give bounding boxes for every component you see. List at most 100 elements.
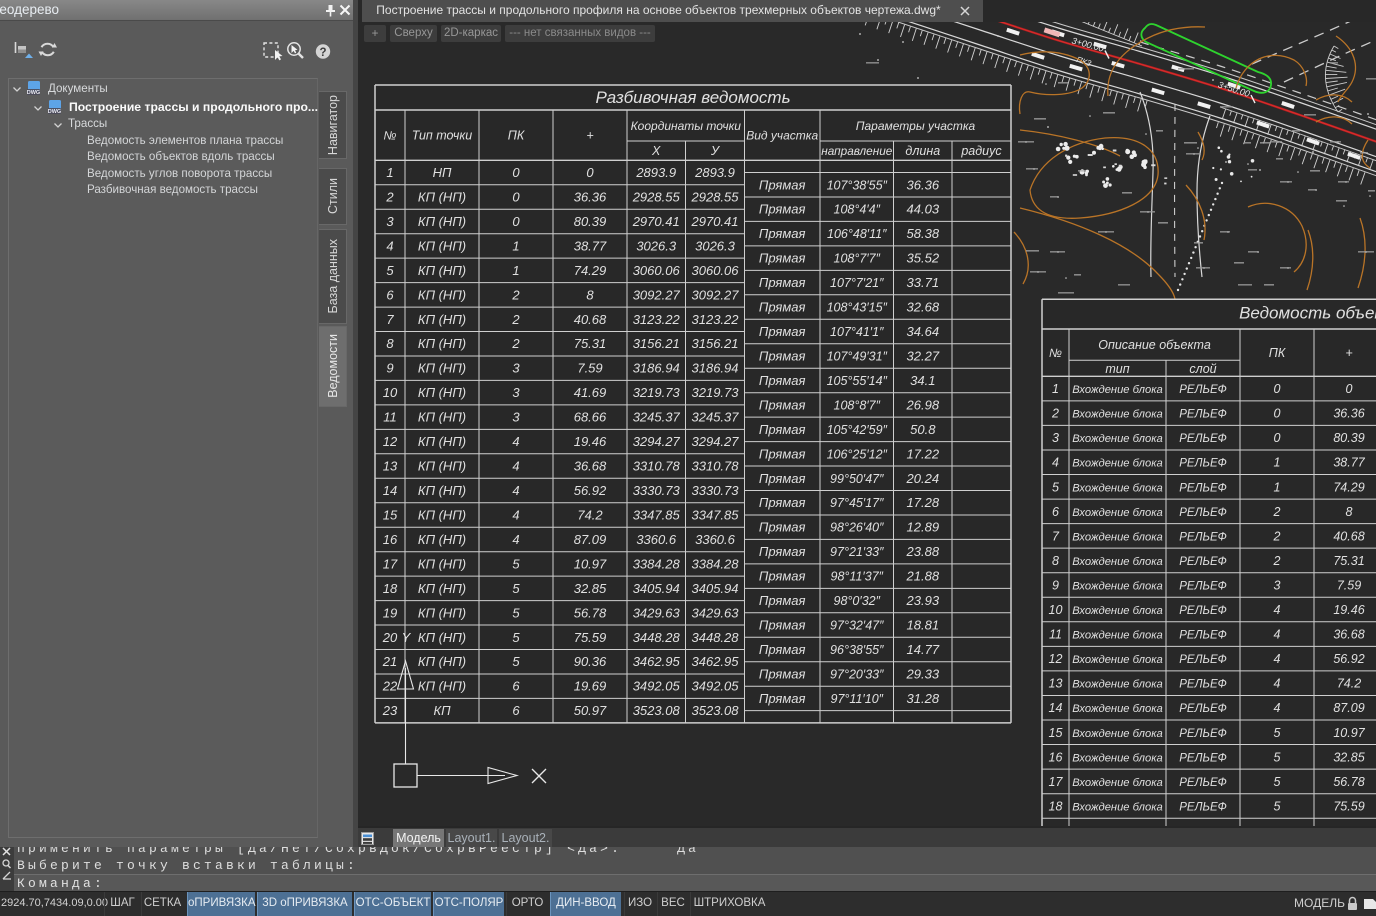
- svg-text:3+00.00: 3+00.00: [1071, 36, 1105, 54]
- svg-text:3384.28: 3384.28: [692, 556, 740, 571]
- svg-text:6: 6: [512, 703, 520, 718]
- svg-text:14: 14: [383, 483, 397, 498]
- svg-text:Вхождение блока: Вхождение блока: [1072, 605, 1162, 617]
- svg-text:106°48′11″: 106°48′11″: [827, 227, 887, 241]
- svg-text:74.2: 74.2: [1337, 677, 1361, 691]
- svg-text:107°38′55″: 107°38′55″: [827, 178, 888, 192]
- svg-text:107°49′31″: 107°49′31″: [827, 350, 888, 364]
- svg-text:2970.41: 2970.41: [632, 214, 680, 229]
- svg-text:4: 4: [1052, 456, 1059, 470]
- svg-text:3186.94: 3186.94: [633, 361, 680, 376]
- svg-text:КП (НП): КП (НП): [418, 434, 466, 449]
- svg-text:КП (НП): КП (НП): [418, 459, 466, 474]
- svg-text:ПК: ПК: [508, 129, 525, 143]
- svg-text:Прямая: Прямая: [759, 471, 806, 486]
- svg-text:РЕЛЬЕФ: РЕЛЬЕФ: [1179, 458, 1227, 470]
- svg-text:X: X: [651, 144, 661, 158]
- svg-text:радиус: радиус: [960, 144, 1002, 158]
- svg-text:КП (НП): КП (НП): [418, 287, 466, 302]
- svg-text:9: 9: [1052, 579, 1059, 593]
- svg-text:3219.73: 3219.73: [633, 385, 681, 400]
- svg-text:4: 4: [512, 459, 519, 474]
- svg-text:8: 8: [1052, 554, 1059, 568]
- svg-text:РЕЛЬЕФ: РЕЛЬЕФ: [1179, 777, 1227, 789]
- svg-text:РЕЛЬЕФ: РЕЛЬЕФ: [1179, 679, 1227, 691]
- svg-text:КП (НП): КП (НП): [418, 679, 466, 694]
- svg-text:3026.3: 3026.3: [695, 238, 736, 253]
- svg-text:РЕЛЬЕФ: РЕЛЬЕФ: [1179, 654, 1227, 666]
- svg-text:106°25′12″: 106°25′12″: [827, 447, 888, 461]
- svg-text:4: 4: [386, 238, 393, 253]
- svg-text:4: 4: [1274, 677, 1281, 691]
- svg-text:КП (НП): КП (НП): [418, 312, 466, 327]
- svg-text:1: 1: [512, 238, 519, 253]
- svg-text:3026.3: 3026.3: [636, 238, 677, 253]
- svg-text:Вид участка: Вид участка: [746, 129, 818, 143]
- svg-text:98°0′32″: 98°0′32″: [834, 594, 881, 608]
- svg-text:Параметры участка: Параметры участка: [856, 119, 976, 133]
- svg-text:2: 2: [385, 190, 394, 205]
- svg-text:5: 5: [386, 263, 394, 278]
- svg-text:8: 8: [586, 287, 594, 302]
- svg-text:14.77: 14.77: [907, 642, 940, 657]
- svg-text:19.46: 19.46: [574, 434, 607, 449]
- svg-text:КП (НП): КП (НП): [418, 654, 466, 669]
- svg-text:КП (НП): КП (НП): [418, 556, 466, 571]
- svg-text:97°21′33″: 97°21′33″: [830, 545, 884, 559]
- svg-text:КП (НП): КП (НП): [418, 508, 466, 523]
- svg-text:108°7′7″: 108°7′7″: [834, 252, 881, 266]
- svg-text:3060.06: 3060.06: [692, 263, 740, 278]
- svg-text:3310.78: 3310.78: [633, 459, 681, 474]
- svg-text:2: 2: [1051, 407, 1059, 421]
- svg-text:Вхождение блока: Вхождение блока: [1072, 433, 1162, 445]
- svg-text:РЕЛЬЕФ: РЕЛЬЕФ: [1179, 507, 1227, 519]
- svg-text:3360.6: 3360.6: [636, 532, 677, 547]
- svg-text:18: 18: [1049, 799, 1063, 813]
- svg-text:НП: НП: [433, 165, 452, 180]
- svg-text:31.28: 31.28: [907, 691, 940, 706]
- svg-text:Прямая: Прямая: [759, 226, 806, 241]
- svg-text:56.78: 56.78: [1333, 775, 1364, 789]
- svg-text:90.36: 90.36: [574, 654, 607, 669]
- svg-text:8: 8: [1346, 505, 1353, 519]
- svg-text:3330.73: 3330.73: [633, 483, 681, 498]
- svg-text:DWG: DWG: [27, 90, 40, 96]
- svg-text:3060.06: 3060.06: [633, 263, 681, 278]
- svg-text:2: 2: [511, 336, 520, 351]
- svg-text:32.27: 32.27: [907, 349, 940, 364]
- svg-text:Ведомость объектов: Ведомость объектов: [1239, 304, 1376, 323]
- svg-text:21: 21: [382, 654, 397, 669]
- svg-text:97°32′47″: 97°32′47″: [830, 619, 884, 633]
- svg-text:74.29: 74.29: [574, 263, 607, 278]
- svg-text:2: 2: [1273, 554, 1281, 568]
- svg-text:56.78: 56.78: [574, 605, 607, 620]
- svg-text:87.09: 87.09: [574, 532, 607, 547]
- svg-text:Вхождение блока: Вхождение блока: [1072, 384, 1162, 396]
- svg-text:80.39: 80.39: [574, 214, 607, 229]
- svg-text:17: 17: [383, 556, 398, 571]
- svg-text:3462.95: 3462.95: [633, 654, 681, 669]
- svg-text:Прямая: Прямая: [759, 373, 806, 388]
- svg-text:РЕЛЬЕФ: РЕЛЬЕФ: [1179, 703, 1227, 715]
- svg-text:7: 7: [1052, 529, 1060, 543]
- svg-text:2: 2: [1273, 505, 1281, 519]
- svg-text:29.33: 29.33: [906, 667, 940, 682]
- svg-text:Прямая: Прямая: [759, 397, 806, 412]
- svg-text:3523.08: 3523.08: [692, 703, 740, 718]
- svg-text:105°42′59″: 105°42′59″: [827, 423, 888, 437]
- svg-text:38.77: 38.77: [574, 238, 607, 253]
- svg-text:Прямая: Прямая: [759, 349, 806, 364]
- svg-text:1: 1: [1274, 480, 1281, 494]
- svg-text:36.68: 36.68: [574, 459, 607, 474]
- svg-text:Прямая: Прямая: [759, 495, 806, 510]
- svg-text:3384.28: 3384.28: [633, 556, 681, 571]
- svg-text:40.68: 40.68: [574, 312, 607, 327]
- svg-text:Вхождение блока: Вхождение блока: [1072, 556, 1162, 568]
- svg-text:КП (НП): КП (НП): [418, 410, 466, 425]
- svg-text:15: 15: [383, 508, 398, 523]
- svg-text:75.31: 75.31: [574, 336, 607, 351]
- svg-text:50.8: 50.8: [910, 422, 936, 437]
- svg-text:11: 11: [1049, 628, 1062, 642]
- svg-text:33.71: 33.71: [907, 275, 940, 290]
- svg-text:74.29: 74.29: [1333, 480, 1364, 494]
